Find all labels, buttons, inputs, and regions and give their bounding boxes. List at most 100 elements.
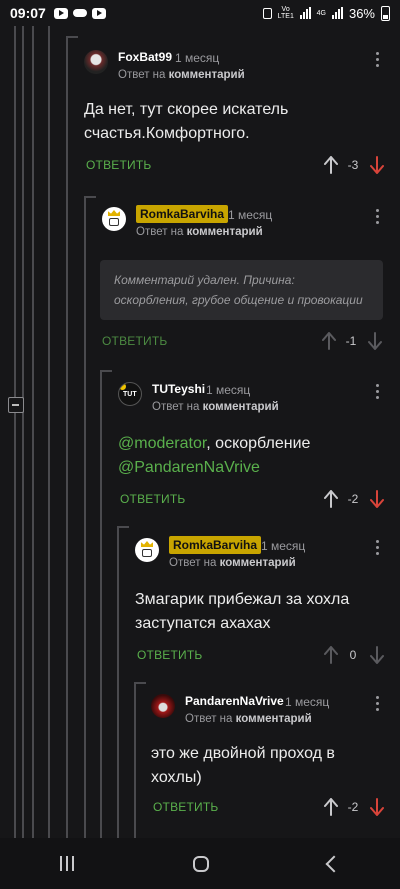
comment-date: 1 месяц — [228, 208, 273, 222]
youtube-icon-2 — [91, 7, 106, 19]
reply-target-link[interactable]: комментарий — [169, 69, 245, 81]
reply-target-link[interactable]: комментарий — [220, 557, 296, 569]
reply-to: Ответ на комментарий — [185, 713, 312, 725]
reply-button[interactable]: ОТВЕТИТЬ — [120, 492, 185, 506]
reply-prefix: Ответ на — [118, 69, 166, 81]
upvote-icon[interactable] — [324, 490, 338, 508]
thread-line — [48, 26, 50, 838]
comment: TUTeyshi 1 месяц Ответ на комментарий @m… — [118, 380, 390, 512]
system-nav-bar — [0, 838, 400, 889]
downvote-icon[interactable] — [370, 156, 384, 174]
back-icon[interactable] — [325, 855, 343, 872]
comment: FoxBat99 1 месяц Ответ на комментарий Да… — [84, 48, 390, 178]
reply-to: Ответ на комментарий — [118, 69, 245, 81]
home-icon[interactable] — [192, 855, 209, 872]
downvote-icon[interactable] — [370, 798, 384, 816]
reply-button[interactable]: ОТВЕТИТЬ — [86, 158, 151, 172]
author-name[interactable]: RomkaBarviha — [136, 205, 229, 223]
reply-prefix: Ответ на — [169, 557, 217, 569]
comment-date: 1 месяц — [261, 539, 306, 553]
reply-button[interactable]: ОТВЕТИТЬ — [153, 800, 218, 814]
mention-link[interactable]: @PandarenNaVrive — [118, 459, 260, 476]
comment-text-fragment: , оскорбление — [206, 435, 311, 452]
comment-header: RomkaBarviha 1 месяц Ответ на комментари… — [135, 536, 390, 576]
more-options-icon[interactable] — [376, 540, 380, 558]
vote-score: -3 — [347, 158, 359, 172]
vote-score: -2 — [347, 800, 359, 814]
downvote-icon[interactable] — [368, 332, 382, 350]
avatar[interactable] — [118, 382, 142, 406]
comment-footer: ОТВЕТИТЬ -1 — [102, 330, 390, 354]
network-type-label: 4G — [316, 9, 326, 17]
comment-footer: ОТВЕТИТЬ 0 — [137, 644, 390, 668]
reply-target-link[interactable]: комментарий — [203, 401, 279, 413]
reply-target-link[interactable]: комментарий — [236, 713, 312, 725]
downvote-icon[interactable] — [370, 490, 384, 508]
thread-connector — [134, 682, 146, 684]
comment-text: Змагарик прибежал за хохла заступатся ах… — [135, 588, 390, 636]
thread-line — [117, 526, 119, 838]
comment-line: @moderator, оскорбление — [118, 432, 390, 456]
comment-thread: FoxBat99 1 месяц Ответ на комментарий Да… — [0, 26, 400, 838]
more-options-icon[interactable] — [376, 696, 380, 714]
thread-connector — [66, 36, 78, 38]
author-name[interactable]: TUTeyshi — [152, 382, 205, 396]
author-name[interactable]: RomkaBarviha — [169, 536, 262, 554]
reply-prefix: Ответ на — [185, 713, 233, 725]
avatar[interactable] — [135, 538, 159, 562]
comment-header: PandarenNaVrive 1 месяц Ответ на коммент… — [151, 692, 390, 732]
comment-footer: ОТВЕТИТЬ -2 — [120, 488, 390, 512]
avatar[interactable] — [84, 50, 108, 74]
comment-footer: ОТВЕТИТЬ -3 — [86, 154, 390, 178]
comment-date: 1 месяц — [285, 695, 330, 709]
reply-button[interactable]: ОТВЕТИТЬ — [102, 334, 167, 348]
thread-line — [32, 26, 34, 838]
more-options-icon[interactable] — [376, 384, 380, 402]
reply-prefix: Ответ на — [152, 401, 200, 413]
avatar[interactable] — [151, 694, 175, 718]
reply-button[interactable]: ОТВЕТИТЬ — [137, 648, 202, 662]
comment-text: это же двойной проход в хохлы) — [151, 742, 390, 790]
vote-score: 0 — [349, 648, 357, 662]
upvote-icon[interactable] — [324, 156, 338, 174]
comment-line: хохлы) — [151, 769, 202, 786]
upvote-icon[interactable] — [324, 798, 338, 816]
author-name[interactable]: PandarenNaVrive — [185, 694, 284, 708]
reply-to: Ответ на комментарий — [152, 401, 279, 413]
thread-line — [22, 26, 24, 838]
collapse-thread-button[interactable] — [8, 397, 24, 413]
comment-date: 1 месяц — [206, 383, 251, 397]
reply-to: Ответ на комментарий — [136, 226, 263, 238]
comment: PandarenNaVrive 1 месяц Ответ на коммент… — [151, 692, 390, 820]
network-label: Vo LTE1 — [277, 6, 294, 20]
mention-link[interactable]: @moderator — [118, 435, 206, 452]
thread-line — [100, 370, 102, 838]
comment-line: это же двойной проход в — [151, 745, 335, 762]
more-options-icon[interactable] — [376, 52, 380, 70]
reply-target-link[interactable]: комментарий — [187, 226, 263, 238]
comment-line: счастья.Комфортного. — [84, 125, 250, 142]
thread-line — [134, 682, 136, 838]
comment-date: 1 месяц — [175, 51, 220, 65]
thread-connector — [84, 196, 96, 198]
downvote-icon[interactable] — [370, 646, 384, 664]
thread-line — [84, 196, 86, 838]
comment-header: RomkaBarviha 1 месяц Ответ на комментари… — [102, 205, 390, 245]
lock-icon — [262, 7, 272, 19]
vote-score: -1 — [345, 334, 357, 348]
comment-line: Змагарик прибежал за хохла — [135, 591, 350, 608]
avatar[interactable] — [102, 207, 126, 231]
thread-line — [14, 26, 16, 838]
recents-icon[interactable] — [59, 856, 74, 871]
comment-line: Да нет, тут скорее искатель — [84, 101, 289, 118]
upvote-icon[interactable] — [322, 332, 336, 350]
battery-icon — [381, 5, 390, 21]
thread-connector — [100, 370, 112, 372]
author-name[interactable]: FoxBat99 — [118, 50, 172, 64]
signal-icon-2 — [331, 7, 343, 19]
reply-to: Ответ на комментарий — [169, 557, 296, 569]
thread-connector — [117, 526, 129, 528]
upvote-icon[interactable] — [324, 646, 338, 664]
more-options-icon[interactable] — [376, 209, 380, 227]
comment: RomkaBarviha 1 месяц Ответ на комментари… — [135, 536, 390, 668]
